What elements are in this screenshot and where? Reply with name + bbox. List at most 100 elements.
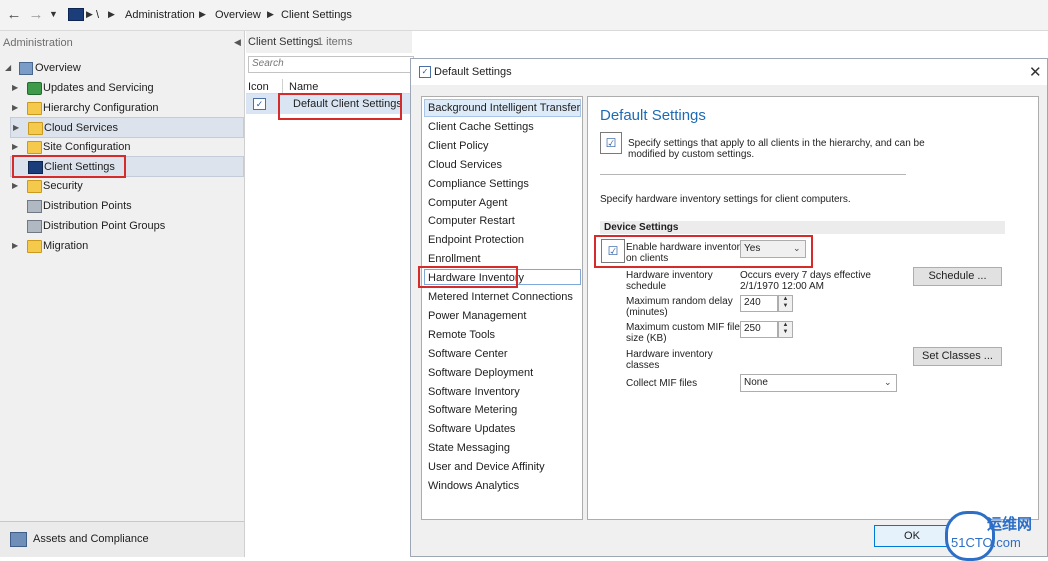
tree-item-security[interactable]: ▶ Security <box>10 177 242 196</box>
breadcrumb-overview[interactable]: Overview <box>215 9 261 21</box>
nav-item-software-updates[interactable]: Software Updates <box>428 423 515 435</box>
nav-item-computer-restart[interactable]: Computer Restart <box>428 215 515 227</box>
column-header-icon[interactable]: Icon <box>248 81 269 93</box>
folder-icon <box>28 122 43 135</box>
max-delay-label-line2: (minutes) <box>626 307 668 318</box>
tree-item-overview[interactable]: ◢ Overview <box>0 59 232 78</box>
expanded-arrow-icon[interactable]: ◢ <box>5 63 11 72</box>
schedule-label-line1: Hardware inventory <box>626 270 713 281</box>
dialog-title: Default Settings <box>434 66 512 78</box>
folder-icon <box>27 180 42 193</box>
intro-text-line2: modified by custom settings. <box>628 149 755 160</box>
pane-title: Administration <box>3 37 73 49</box>
nav-item-enrollment[interactable]: Enrollment <box>428 253 481 265</box>
collapsed-arrow-icon[interactable]: ▶ <box>12 103 18 112</box>
content-title: Default Settings <box>600 107 706 124</box>
overview-icon <box>19 62 33 75</box>
forward-arrow-icon[interactable]: → <box>27 6 45 24</box>
ok-button[interactable]: OK <box>874 525 950 547</box>
results-pane: Client Settings 1 items Search Icon Name… <box>246 31 414 557</box>
breadcrumb-root[interactable]: \ <box>96 9 99 21</box>
nav-item-remote-tools[interactable]: Remote Tools <box>428 329 495 341</box>
nav-item-windows-analytics[interactable]: Windows Analytics <box>428 480 519 492</box>
schedule-label-line2: schedule <box>626 281 667 292</box>
close-icon[interactable]: ✕ <box>1029 63 1042 81</box>
updates-icon <box>27 82 42 95</box>
highlight-box <box>594 235 813 268</box>
collapsed-arrow-icon[interactable]: ▶ <box>12 142 18 151</box>
nav-item-software-center[interactable]: Software Center <box>428 348 507 360</box>
column-header-name[interactable]: Name <box>289 81 318 93</box>
settings-nav-list: Background Intelligent Transfer Client Ca… <box>418 96 583 520</box>
results-title: Client Settings <box>248 36 319 48</box>
settings-checklist-icon: ☑ <box>600 132 622 154</box>
max-mif-label-line1: Maximum custom MIF file <box>626 322 740 333</box>
workspace-button[interactable]: Assets and Compliance <box>0 522 244 557</box>
highlight-box <box>12 155 126 178</box>
settings-checklist-icon: ✓ <box>419 66 431 78</box>
section-header: Device Settings <box>600 221 1005 234</box>
watermark-text-line1: 运维网 <box>987 516 1033 533</box>
computer-icon <box>68 8 84 21</box>
nav-item-background-intelligent-transfer[interactable]: Background Intelligent Transfer <box>428 102 580 114</box>
max-delay-label-line1: Maximum random delay <box>626 296 733 307</box>
collapsed-arrow-icon[interactable]: ▶ <box>13 123 19 132</box>
nav-item-client-cache-settings[interactable]: Client Cache Settings <box>428 121 534 133</box>
navigation-pane: Administration ◀ ◢ Overview ▶ Updates an… <box>0 31 245 557</box>
spinner-icon[interactable]: ▲ ▼ <box>778 321 793 338</box>
nav-item-software-metering[interactable]: Software Metering <box>428 404 517 416</box>
hint-text: Specify hardware inventory settings for … <box>600 194 851 205</box>
tree-item-distribution-point-groups[interactable]: Distribution Point Groups <box>10 217 242 236</box>
nav-item-endpoint-protection[interactable]: Endpoint Protection <box>428 234 524 246</box>
tree-item-migration[interactable]: ▶ Migration <box>10 237 242 256</box>
nav-item-user-and-device-affinity[interactable]: User and Device Affinity <box>428 461 545 473</box>
nav-item-cloud-services[interactable]: Cloud Services <box>428 159 502 171</box>
nav-item-compliance-settings[interactable]: Compliance Settings <box>428 178 529 190</box>
divider <box>600 174 906 175</box>
tree-item-updates-and-servicing[interactable]: ▶ Updates and Servicing <box>10 79 242 98</box>
breadcrumb-administration[interactable]: Administration <box>125 9 195 21</box>
collapsed-arrow-icon[interactable]: ▶ <box>12 181 18 190</box>
breadcrumb-client-settings[interactable]: Client Settings <box>281 9 352 21</box>
search-input[interactable]: Search <box>248 56 414 73</box>
default-settings-dialog: ✓ Default Settings ✕ Background Intellig… <box>410 58 1048 561</box>
set-classes-button[interactable]: Set Classes ... <box>913 347 1002 366</box>
classes-label-line1: Hardware inventory <box>626 349 713 360</box>
nav-item-software-deployment[interactable]: Software Deployment <box>428 367 533 379</box>
history-dropdown-icon[interactable]: ▼ <box>49 9 58 19</box>
collapse-pane-icon[interactable]: ◀ <box>234 37 241 48</box>
collect-mif-label: Collect MIF files <box>626 378 698 389</box>
collapsed-arrow-icon[interactable]: ▶ <box>12 83 18 92</box>
schedule-button[interactable]: Schedule ... <box>913 267 1002 286</box>
nav-item-software-inventory[interactable]: Software Inventory <box>428 386 520 398</box>
collect-mif-select[interactable]: None ⌄ <box>740 374 897 392</box>
folder-icon <box>27 102 42 115</box>
classes-label-line2: classes <box>626 360 660 371</box>
assets-compliance-icon <box>10 532 27 547</box>
distribution-point-icon <box>27 200 42 213</box>
collapsed-arrow-icon[interactable]: ▶ <box>12 241 18 250</box>
dialog-titlebar: ✓ Default Settings ✕ <box>411 59 1047 85</box>
back-arrow-icon[interactable]: ← <box>5 6 23 24</box>
max-delay-input[interactable]: 240 <box>740 295 778 312</box>
max-mif-size-input[interactable]: 250 <box>740 321 778 338</box>
nav-item-computer-agent[interactable]: Computer Agent <box>428 197 508 209</box>
spinner-icon[interactable]: ▲ ▼ <box>778 295 793 312</box>
settings-checklist-icon: ✓ <box>253 98 266 110</box>
nav-item-client-policy[interactable]: Client Policy <box>428 140 489 152</box>
results-count: 1 items <box>317 36 353 48</box>
folder-icon <box>27 141 42 154</box>
schedule-value-line2: 2/1/1970 12:00 AM <box>740 281 824 292</box>
nav-item-power-management[interactable]: Power Management <box>428 310 526 322</box>
tree-item-cloud-services[interactable]: ▶ Cloud Services <box>10 117 244 138</box>
tree-item-hierarchy-configuration[interactable]: ▶ Hierarchy Configuration <box>10 99 242 118</box>
highlight-box <box>278 93 402 120</box>
distribution-group-icon <box>27 220 42 233</box>
max-mif-label-line2: size (KB) <box>626 333 667 344</box>
folder-icon <box>27 240 42 253</box>
address-bar: ← → ▼ ▶ \ ▶ Administration ▶ Overview ▶ … <box>0 0 1048 31</box>
schedule-value-line1: Occurs every 7 days effective <box>740 270 871 281</box>
nav-item-metered-internet-connections[interactable]: Metered Internet Connections <box>428 291 573 303</box>
nav-item-state-messaging[interactable]: State Messaging <box>428 442 510 454</box>
tree-item-distribution-points[interactable]: Distribution Points <box>10 197 242 216</box>
